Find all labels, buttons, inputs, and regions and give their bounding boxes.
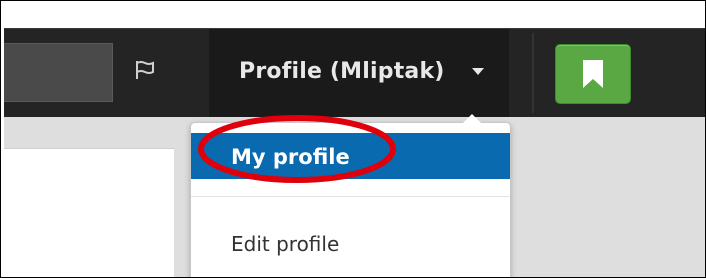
screenshot-frame: Profile (Mliptak) My profile Edit profil…	[0, 0, 706, 278]
menu-item-edit-profile[interactable]: Edit profile	[191, 227, 510, 267]
menu-item-label: Edit profile	[231, 232, 340, 256]
caret-down-icon	[472, 68, 484, 75]
flag-icon	[134, 61, 156, 85]
flag-button[interactable]	[134, 59, 168, 87]
profile-dropdown-toggle[interactable]: Profile (Mliptak)	[209, 29, 509, 117]
menu-item-my-profile[interactable]: My profile	[191, 133, 510, 179]
profile-dropdown-menu: My profile Edit profile	[190, 114, 511, 277]
navbar-divider	[532, 33, 534, 113]
menu-item-label: My profile	[231, 145, 350, 169]
menu-divider	[191, 196, 510, 197]
dropdown-pointer	[463, 114, 481, 123]
bookmark-button[interactable]	[555, 44, 631, 104]
bookmark-icon	[583, 60, 603, 88]
content-panel	[4, 148, 174, 277]
top-navbar: Profile (Mliptak)	[4, 28, 705, 118]
search-input[interactable]	[4, 43, 113, 102]
profile-label: Profile (Mliptak)	[239, 59, 445, 84]
